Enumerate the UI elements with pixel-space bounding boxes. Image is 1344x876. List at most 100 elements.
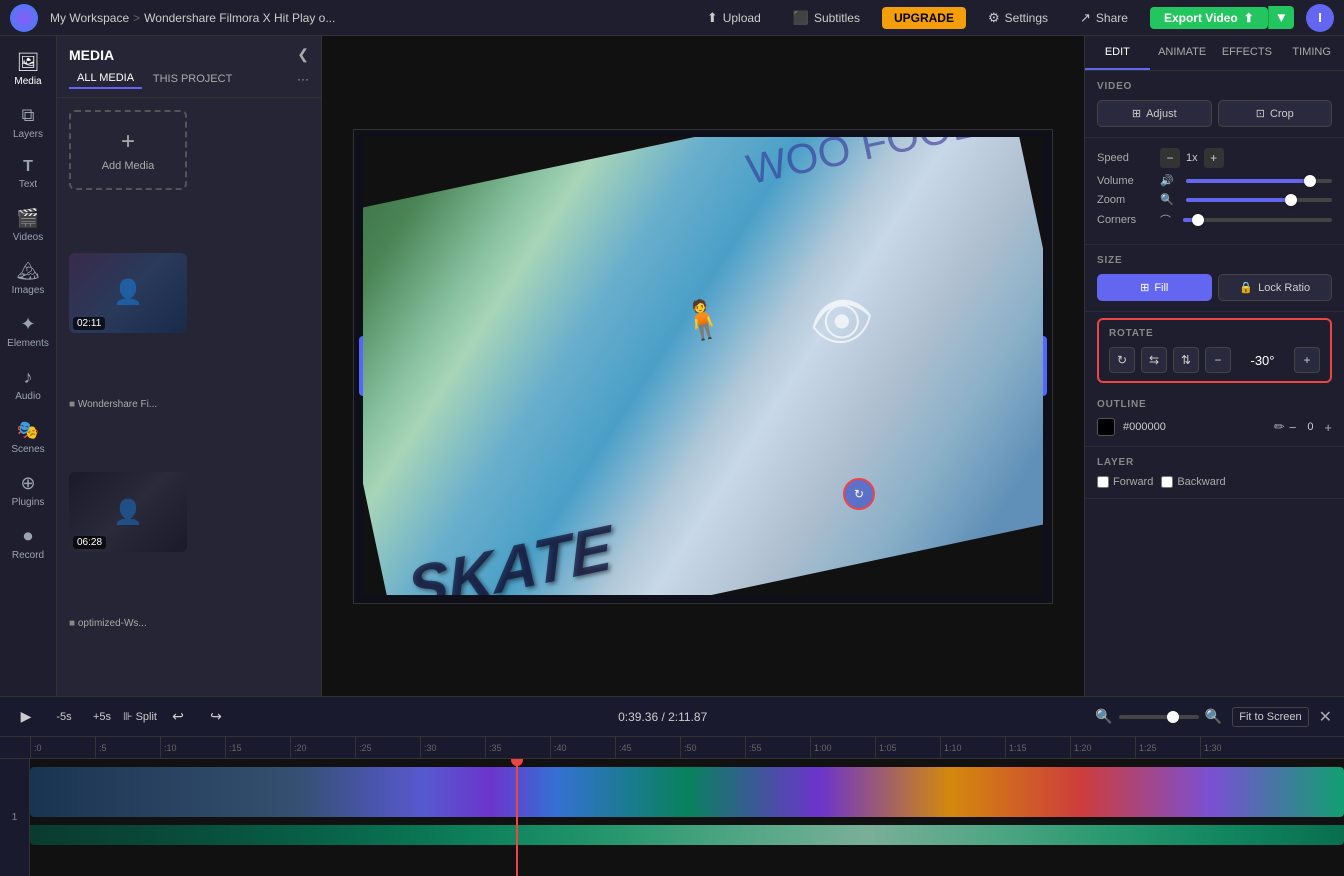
record-icon: ⏺ [24,526,33,547]
tab-effects[interactable]: EFFECTS [1215,36,1280,70]
sidebar-item-audio[interactable]: ♪ Audio [2,359,54,410]
outline-plus[interactable]: + [1324,420,1332,435]
tab-timing[interactable]: TIMING [1279,36,1344,70]
corners-icon: ⌒ [1160,212,1171,228]
outline-row: #000000 ✏ − 0 + [1097,418,1332,436]
lock-ratio-button[interactable]: 🔒 Lock Ratio [1218,274,1333,301]
zoom-out-icon[interactable]: 🔍 [1095,708,1112,725]
upgrade-button[interactable]: UPGRADE [882,7,966,29]
sidebar-item-images[interactable]: 🏔 Images [2,253,54,304]
subtitles-button[interactable]: ⬛ Subtitles [783,6,870,30]
video-track-strip[interactable] [30,767,1344,817]
backward-checkbox[interactable] [1161,476,1173,488]
fwd5-button[interactable]: +5s [88,703,116,731]
upload-button[interactable]: ⬆ Upload [697,6,771,30]
audio-track-strip[interactable] [30,825,1344,845]
ruler-mark-5: :5 [95,737,160,759]
ruler-mark-50: :50 [680,737,745,759]
fill-button[interactable]: ⊞ Fill [1097,274,1212,301]
sidebar-item-media[interactable]: 🖼 Media [2,44,54,95]
layers-icon: ⧉ [22,105,35,126]
rotate-cw-button[interactable]: ↻ [1109,347,1135,373]
speed-controls: − 1x + [1160,148,1224,168]
flip-h-button[interactable]: ⇆ [1141,347,1167,373]
speed-label: Speed [1097,152,1152,164]
ruler-mark-20: :20 [290,737,355,759]
sidebar-item-elements[interactable]: ✦ Elements [2,306,54,357]
redo-button[interactable]: ↪ [202,703,230,731]
fit-to-screen-button[interactable]: Fit to Screen [1232,707,1308,727]
volume-row: Volume 🔊 [1097,174,1332,187]
ruler-mark-35: :35 [485,737,550,759]
rotate-decrease-button[interactable]: − [1205,347,1231,373]
avatar[interactable]: I [1306,4,1334,32]
zoom-slider[interactable] [1186,198,1332,202]
rotate-increase-button[interactable]: + [1294,347,1320,373]
speed-decrease-button[interactable]: − [1160,148,1180,168]
share-button[interactable]: ↗ Share [1070,6,1138,30]
play-button[interactable]: ▶ [12,703,40,731]
ruler-mark-15: :15 [225,737,290,759]
backward-button[interactable]: Backward [1161,476,1225,488]
outline-minus[interactable]: − [1289,420,1297,435]
tab-this-project[interactable]: THIS PROJECT [145,70,240,88]
ruler-mark-100: 1:00 [810,737,875,759]
media-filename-2: ■ optimized-Ws... [69,615,187,684]
sidebar-item-videos[interactable]: 🎬 Videos [2,200,54,251]
eyedropper-tool[interactable]: ✏ [1274,419,1285,435]
media-thumb-2[interactable]: 👤 06:28 [69,472,187,552]
adjust-button[interactable]: ⊞ Adjust [1097,100,1212,127]
crop-button[interactable]: ⊡ Crop [1218,100,1333,127]
undo-button[interactable]: ↩ [164,703,192,731]
video-preview: ◀ SKATE WOO FOOL 🧍 👁 ↻ [322,36,1084,696]
timeline-close-button[interactable]: ✕ [1319,707,1332,727]
outline-color-swatch[interactable] [1097,418,1115,436]
workspace-link[interactable]: My Workspace [50,11,129,25]
zoom-thumb [1167,711,1179,723]
speed-row: Speed − 1x + [1097,148,1332,168]
sidebar-item-plugins[interactable]: ⊕ Plugins [2,465,54,516]
speed-increase-button[interactable]: + [1204,148,1224,168]
rotate-section: ROTATE ↻ ⇆ ⇅ − -30° + [1097,318,1332,383]
tab-edit[interactable]: EDIT [1085,36,1150,70]
subtitles-icon: ⬛ [793,10,809,26]
media-tabs: ALL MEDIA THIS PROJECT ··· [57,69,321,98]
skater-figure: 🧍 [675,293,730,346]
media-panel-title: MEDIA [69,47,114,63]
volume-slider[interactable] [1186,179,1332,183]
zoom-slider-timeline[interactable] [1119,715,1199,719]
settings-button[interactable]: ⚙ Settings [978,6,1058,30]
rotation-icon: ↻ [854,487,864,501]
forward-checkbox[interactable] [1097,476,1109,488]
export-dropdown-button[interactable]: ▼ [1268,6,1294,29]
back5-button[interactable]: -5s [50,703,78,731]
media-collapse-button[interactable]: ❮ [297,46,309,63]
images-icon: 🏔 [17,261,40,282]
zoom-in-icon[interactable]: 🔍 [1205,708,1222,725]
split-button[interactable]: ⊪ Split [126,703,154,731]
media-more-button[interactable]: ··· [297,72,309,86]
layer-section-title: LAYER [1097,457,1332,468]
timeline-tracks: 1 [0,759,1344,876]
track-content [30,759,1344,876]
sidebar-item-record[interactable]: ⏺ Record [2,518,54,569]
add-media-button[interactable]: + Add Media [69,110,187,190]
tab-animate[interactable]: ANIMATE [1150,36,1215,70]
export-button[interactable]: Export Video ⬆ [1150,7,1268,29]
text-icon: T [23,158,33,176]
media-thumb-1[interactable]: 👤 02:11 [69,253,187,333]
topbar: My Workspace > Wondershare Filmora X Hit… [0,0,1344,36]
sidebar-item-text[interactable]: T Text [2,150,54,198]
flip-v-button[interactable]: ⇅ [1173,347,1199,373]
sidebar-item-layers[interactable]: ⧉ Layers [2,97,54,148]
sidebar-item-scenes[interactable]: 🎭 Scenes [2,412,54,463]
outline-tools: ✏ − 0 + [1274,419,1332,435]
ruler-mark-55: :55 [745,737,810,759]
center-rotation-icon[interactable]: ↻ [843,478,875,510]
tab-all-media[interactable]: ALL MEDIA [69,69,142,89]
forward-button[interactable]: Forward [1097,476,1153,488]
speed-section: Speed − 1x + Volume 🔊 Zoom 🔍 [1085,138,1344,245]
rotate-controls: ↻ ⇆ ⇅ − -30° + [1109,347,1320,373]
crop-icon: ⊡ [1256,107,1265,120]
corners-slider[interactable] [1183,218,1332,222]
